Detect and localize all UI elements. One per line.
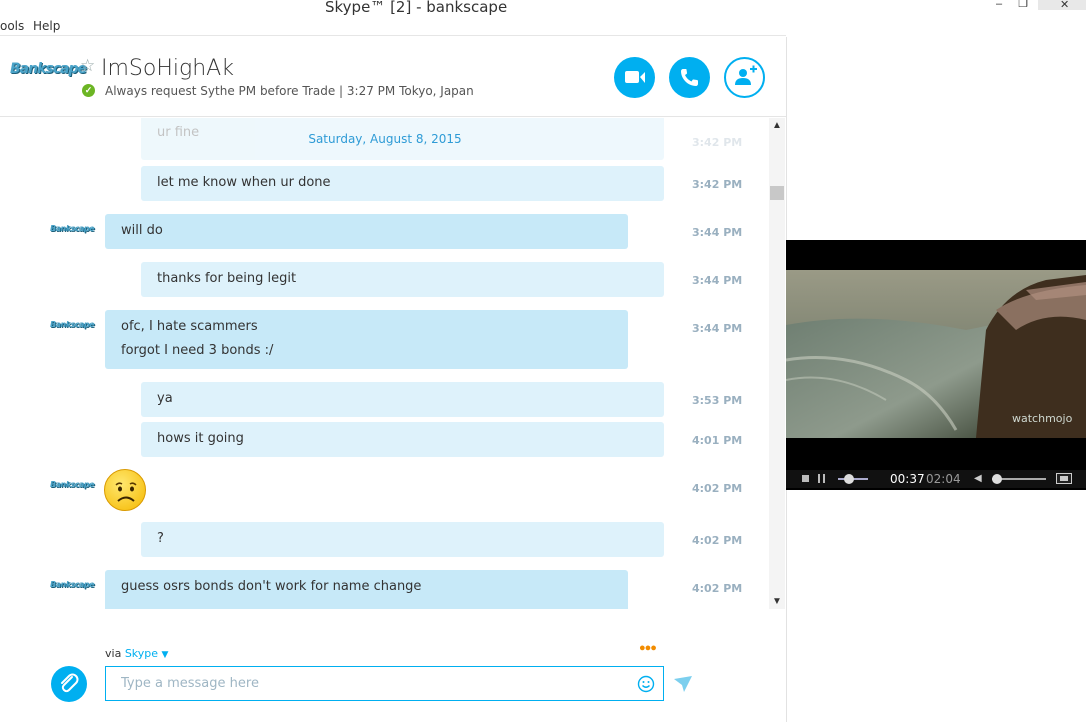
date-divider: Saturday, August 8, 2015 bbox=[308, 132, 462, 146]
message-bubble[interactable]: ofc, I hate scammers forgot I need 3 bon… bbox=[105, 310, 628, 369]
via-service-selector[interactable]: via Skype ▼ bbox=[105, 647, 168, 660]
video-camera-icon bbox=[625, 71, 645, 83]
message-text: ofc, I hate scammers bbox=[121, 319, 258, 334]
title-bar: Skype™ [2] - bankscape – ❐ ✕ bbox=[0, 0, 1086, 16]
message-bubble[interactable]: let me know when ur done bbox=[141, 166, 664, 201]
add-people-button[interactable] bbox=[724, 57, 765, 98]
message-text: forgot I need 3 bonds :/ bbox=[121, 343, 274, 358]
window-title: Skype™ [2] - bankscape bbox=[325, 0, 508, 16]
scroll-up-arrow-icon[interactable]: ▲ bbox=[772, 120, 782, 131]
message-timestamp: 3:42 PM bbox=[692, 178, 743, 191]
message-text: hows it going bbox=[157, 431, 244, 446]
stop-icon[interactable] bbox=[802, 475, 809, 482]
close-icon: ✕ bbox=[1060, 0, 1070, 11]
video-call-button[interactable] bbox=[614, 57, 655, 98]
audio-call-button[interactable] bbox=[669, 57, 710, 98]
message-text: thanks for being legit bbox=[157, 271, 297, 286]
emoticon-picker-icon[interactable] bbox=[637, 675, 655, 693]
paperclip-icon bbox=[61, 673, 79, 693]
menu-bar: ools Help bbox=[0, 16, 786, 36]
menu-tools[interactable]: ools bbox=[0, 19, 24, 33]
message-text: ? bbox=[157, 531, 164, 546]
via-label: via bbox=[105, 647, 122, 660]
chevron-down-icon: ▼ bbox=[161, 650, 169, 660]
seek-handle[interactable] bbox=[844, 474, 854, 484]
scroll-thumb[interactable] bbox=[770, 186, 784, 200]
attach-file-button[interactable] bbox=[51, 666, 87, 702]
message-timestamp: 4:01 PM bbox=[692, 434, 743, 447]
message-history[interactable]: ur fine 3:42 PM Saturday, August 8, 2015… bbox=[0, 118, 769, 609]
conversation-header: Bankscape ☆ ImSoHighAk ✓ Always request … bbox=[0, 37, 786, 117]
message-timestamp: 3:44 PM bbox=[692, 322, 743, 335]
sender-avatar[interactable]: Bankscape bbox=[50, 580, 95, 589]
contact-mood-message: Always request Sythe PM before Trade | 3… bbox=[105, 84, 474, 98]
sender-avatar[interactable]: Bankscape bbox=[50, 480, 95, 489]
current-time: 00:37 bbox=[890, 472, 925, 486]
video-player[interactable]: watchmojo 00:37 02:04 ◀ bbox=[786, 240, 1086, 490]
scroll-down-arrow-icon[interactable]: ▼ bbox=[772, 596, 782, 607]
sender-avatar[interactable]: Bankscape bbox=[50, 224, 95, 233]
message-bubble[interactable]: will do bbox=[105, 214, 628, 249]
menu-help[interactable]: Help bbox=[33, 19, 60, 33]
fullscreen-icon[interactable] bbox=[1056, 473, 1072, 484]
favorite-star-icon[interactable]: ☆ bbox=[80, 56, 95, 76]
contact-avatar[interactable]: Bankscape bbox=[10, 61, 87, 77]
via-service-name: Skype bbox=[124, 647, 159, 660]
more-options-icon[interactable]: ●●● bbox=[639, 642, 657, 654]
sender-avatar[interactable]: Bankscape bbox=[50, 320, 95, 329]
maximize-button[interactable]: ❐ bbox=[1014, 0, 1032, 10]
message-timestamp: 4:02 PM bbox=[692, 582, 743, 595]
pause-icon[interactable] bbox=[818, 474, 825, 483]
message-text: will do bbox=[121, 223, 163, 238]
chat-scrollbar[interactable]: ▲ ▼ bbox=[769, 118, 785, 609]
message-timestamp: 3:42 PM bbox=[692, 136, 743, 149]
message-text: let me know when ur done bbox=[157, 175, 331, 190]
message-text: guess osrs bonds don't work for name cha… bbox=[121, 579, 422, 594]
message-input[interactable] bbox=[105, 666, 664, 701]
video-watermark: watchmojo bbox=[1012, 412, 1073, 425]
message-timestamp: 4:02 PM bbox=[692, 482, 743, 495]
phone-icon bbox=[681, 69, 698, 86]
video-controls: 00:37 02:04 ◀ bbox=[786, 470, 1086, 488]
sad-face-emoticon-icon[interactable] bbox=[104, 469, 146, 511]
volume-handle[interactable] bbox=[992, 474, 1002, 484]
message-bubble[interactable]: hows it going bbox=[141, 422, 664, 457]
message-text: ya bbox=[157, 391, 173, 406]
message-bubble[interactable]: ya bbox=[141, 382, 664, 417]
sad-face-icon bbox=[115, 482, 137, 502]
message-timestamp: 3:53 PM bbox=[692, 394, 743, 407]
message-timestamp: 3:44 PM bbox=[692, 274, 743, 287]
minimize-button[interactable]: – bbox=[990, 0, 1008, 10]
message-bubble[interactable]: thanks for being legit bbox=[141, 262, 664, 297]
message-timestamp: 4:02 PM bbox=[692, 534, 743, 547]
send-message-icon[interactable] bbox=[674, 676, 692, 692]
contact-name[interactable]: ImSoHighAk bbox=[101, 56, 234, 81]
message-bubble[interactable]: guess osrs bonds don't work for name cha… bbox=[105, 570, 628, 609]
message-timestamp: 3:44 PM bbox=[692, 226, 743, 239]
add-user-icon bbox=[735, 65, 757, 85]
skype-window: Skype™ [2] - bankscape – ❐ ✕ ools Help B… bbox=[0, 0, 1086, 722]
total-time: 02:04 bbox=[926, 472, 961, 486]
video-frame[interactable]: watchmojo bbox=[786, 270, 1086, 438]
message-bubble[interactable]: ? bbox=[141, 522, 664, 557]
online-status-icon: ✓ bbox=[82, 84, 95, 97]
volume-icon[interactable]: ◀ bbox=[974, 473, 982, 484]
